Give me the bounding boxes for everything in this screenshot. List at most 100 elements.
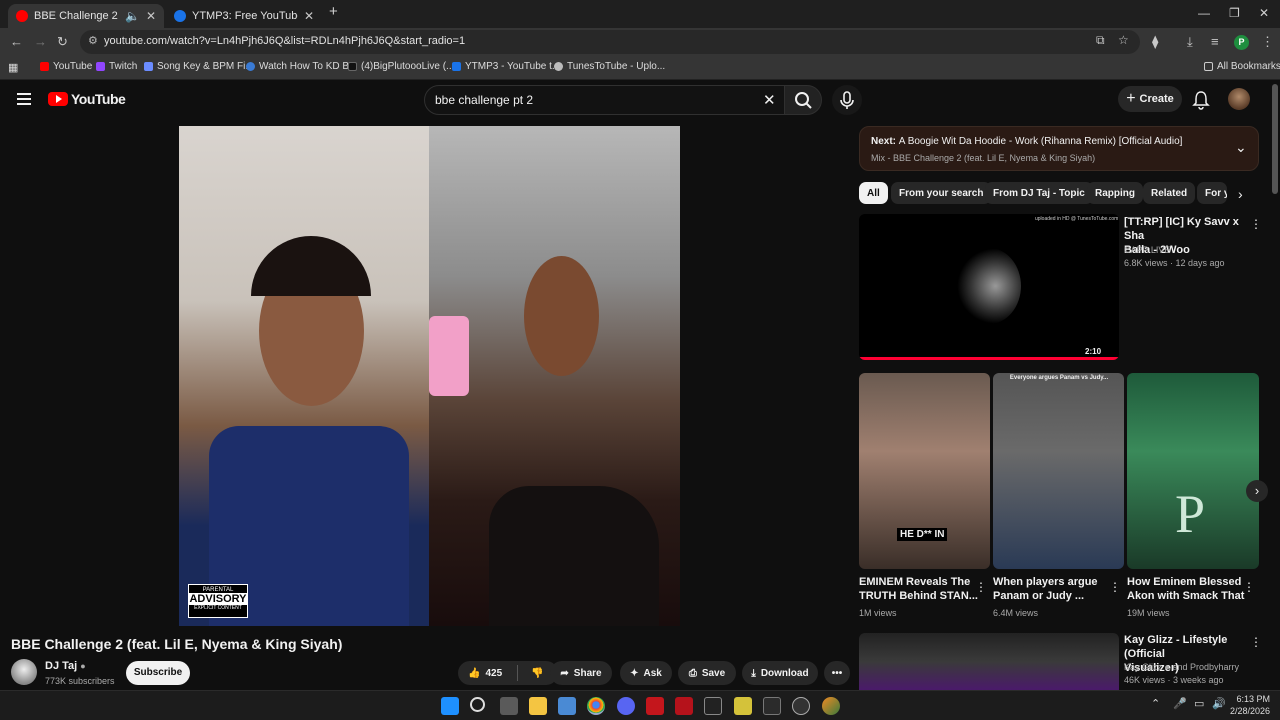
more-vertical-icon[interactable]: ⋮ bbox=[1109, 580, 1121, 594]
rec-title-line: [TT:RP] [IC] Ky Savv x Sha bbox=[1124, 216, 1239, 242]
short-thumbnail-2[interactable]: Everyone argues Panam vs Judy... bbox=[993, 373, 1124, 569]
ask-button[interactable]: ✦ Ask bbox=[620, 661, 672, 685]
parental-advisory-logo: PARENTAL ADVISORY EXPLICIT CONTENT bbox=[188, 584, 248, 618]
profile-avatar[interactable]: P bbox=[1234, 35, 1249, 50]
more-vertical-icon[interactable]: ⋮ bbox=[1250, 635, 1262, 649]
window-close-icon[interactable]: ✕ bbox=[1259, 6, 1269, 20]
save-button[interactable]: ⎙ Save bbox=[678, 661, 736, 685]
new-tab-icon[interactable]: + bbox=[329, 3, 338, 20]
phone-image bbox=[429, 316, 469, 396]
bookmark-tunestotube[interactable]: TunesToTube - Uplo... bbox=[554, 61, 665, 72]
tab-close-icon[interactable]: ✕ bbox=[146, 9, 156, 23]
reload-icon[interactable]: ↻ bbox=[57, 34, 68, 50]
chip-for-you[interactable]: For y bbox=[1197, 182, 1227, 204]
discord-icon[interactable] bbox=[617, 697, 635, 715]
channel-avatar[interactable] bbox=[11, 659, 37, 685]
dislike-button[interactable]: 👎 bbox=[531, 668, 543, 679]
chip-from-dj-taj[interactable]: From DJ Taj - Topic bbox=[985, 182, 1093, 204]
task-view-icon[interactable] bbox=[500, 697, 518, 715]
channel-name-row[interactable]: DJ Taj ● bbox=[45, 660, 86, 672]
page-scrollbar[interactable] bbox=[1272, 84, 1278, 194]
forward-icon[interactable]: → bbox=[34, 34, 47, 49]
volume-icon[interactable]: 🔊 bbox=[1212, 697, 1226, 710]
rec-channel[interactable]: CAPP LIVE bbox=[1124, 245, 1170, 255]
chip-related[interactable]: Related bbox=[1143, 182, 1196, 204]
search-button[interactable] bbox=[784, 85, 822, 115]
short-thumbnail-3[interactable]: P bbox=[1127, 373, 1259, 569]
chip-all[interactable]: All bbox=[859, 182, 888, 204]
short-overlay-text: Everyone argues Panam vs Judy... bbox=[1009, 375, 1109, 381]
terminal-icon[interactable] bbox=[763, 697, 781, 715]
chrome-taskbar-icon[interactable] bbox=[587, 697, 605, 715]
network-icon[interactable]: ▭ bbox=[1194, 697, 1204, 710]
media-icon[interactable]: ≡ bbox=[1211, 34, 1219, 49]
youtube-logo[interactable]: YouTube bbox=[48, 91, 126, 107]
red-app-icon[interactable] bbox=[675, 697, 693, 715]
voice-search-button[interactable] bbox=[832, 85, 862, 115]
tray-chevron-icon[interactable]: ⌃ bbox=[1151, 697, 1160, 710]
taskbar-clock[interactable]: 6:13 PM 2/28/2026 bbox=[1230, 693, 1270, 717]
short-title-2[interactable]: When players argue Panam or Judy ... bbox=[993, 575, 1098, 603]
tab-bbe-challenge[interactable]: BBE Challenge 2 (feat. Lil E, 🔈 ✕ bbox=[8, 4, 164, 28]
yellow-app-icon[interactable] bbox=[734, 697, 752, 715]
chrome-menu-icon[interactable]: ⋮ bbox=[1261, 34, 1274, 50]
tab-close-icon[interactable]: ✕ bbox=[304, 9, 314, 23]
dark-app-icon[interactable] bbox=[704, 697, 722, 715]
bookmark-twitch[interactable]: Twitch bbox=[96, 61, 137, 72]
short-title-3[interactable]: How Eminem Blessed Akon with Smack That bbox=[1127, 575, 1244, 603]
chip-rapping[interactable]: Rapping bbox=[1087, 182, 1143, 204]
download-button[interactable]: ⤓ Download bbox=[742, 661, 818, 685]
browser-toolbar: ← → ↻ ⚙ youtube.com/watch?v=Ln4hPjh6J6Q&… bbox=[0, 28, 1280, 56]
clear-search-icon[interactable]: ✕ bbox=[763, 91, 776, 109]
address-bar[interactable]: ⚙ youtube.com/watch?v=Ln4hPjh6J6Q&list=R… bbox=[80, 30, 1140, 54]
bookmark-youtube[interactable]: YouTube bbox=[40, 61, 92, 72]
search-input[interactable]: bbe challenge pt 2 ✕ bbox=[424, 85, 786, 115]
notifications-bell-icon[interactable] bbox=[1192, 90, 1210, 110]
bookmark-songkey[interactable]: Song Key & BPM Fi... bbox=[144, 61, 254, 72]
steam-icon[interactable] bbox=[792, 697, 810, 715]
short-title-1[interactable]: EMINEM Reveals The TRUTH Behind STAN... bbox=[859, 575, 978, 603]
install-icon[interactable]: ⧉ bbox=[1096, 33, 1105, 48]
extensions-icon[interactable]: ⧫ bbox=[1152, 34, 1158, 50]
account-avatar[interactable] bbox=[1228, 88, 1250, 110]
playlist-next-panel[interactable]: Next: A Boogie Wit Da Hoodie - Work (Rih… bbox=[859, 126, 1259, 171]
chip-from-your-search[interactable]: From your search bbox=[891, 182, 992, 204]
shorts-next-icon[interactable]: › bbox=[1246, 480, 1268, 502]
tab-ytmp3[interactable]: YTMP3: Free YouTube to MP3 C ✕ bbox=[166, 4, 322, 28]
back-icon[interactable]: ← bbox=[10, 34, 23, 49]
chevron-down-icon[interactable]: ⌄ bbox=[1235, 139, 1247, 156]
restore-icon[interactable]: ❐ bbox=[1229, 6, 1240, 20]
recommended-thumbnail-2[interactable] bbox=[859, 633, 1119, 690]
rec-channel-2[interactable]: Kay Glizz ● and Prodbyharry bbox=[1124, 662, 1239, 672]
site-info-icon[interactable]: ⚙ bbox=[88, 34, 98, 47]
bookmark-watch-kd[interactable]: Watch How To KD B... bbox=[246, 61, 357, 72]
taskbar-search-icon[interactable] bbox=[470, 697, 485, 712]
all-bookmarks[interactable]: All Bookmarks bbox=[1204, 61, 1280, 72]
more-vertical-icon[interactable]: ⋮ bbox=[1243, 580, 1255, 594]
fl-studio-icon[interactable] bbox=[822, 697, 840, 715]
bookmark-bigpluto[interactable]: (4)BigPlutoooLive (... bbox=[348, 61, 454, 72]
chips-next-icon[interactable]: › bbox=[1238, 186, 1243, 202]
microphone-tray-icon[interactable]: 🎤 bbox=[1173, 697, 1187, 710]
bookmark-star-icon[interactable]: ☆ bbox=[1118, 33, 1129, 47]
download-icon[interactable]: ⤓ bbox=[1187, 34, 1193, 50]
more-vertical-icon[interactable]: ⋮ bbox=[975, 580, 987, 594]
subscribe-button[interactable]: Subscribe bbox=[126, 661, 190, 685]
share-button[interactable]: ➦ Share bbox=[550, 661, 612, 685]
like-button[interactable]: 👍 425 bbox=[468, 668, 502, 679]
minimize-icon[interactable]: — bbox=[1198, 6, 1210, 20]
speaker-icon[interactable]: 🔈 bbox=[125, 9, 140, 23]
apps-icon[interactable]: ▦ bbox=[8, 61, 18, 74]
hamburger-menu-icon[interactable] bbox=[17, 93, 31, 105]
photos-icon[interactable] bbox=[558, 697, 576, 715]
windows-start-icon[interactable] bbox=[441, 697, 459, 715]
more-actions-button[interactable]: ••• bbox=[824, 661, 850, 685]
bookmark-ytmp3[interactable]: YTMP3 - YouTube t... bbox=[452, 61, 560, 72]
video-player[interactable]: PARENTAL ADVISORY EXPLICIT CONTENT bbox=[179, 126, 680, 626]
adobe-icon[interactable] bbox=[646, 697, 664, 715]
create-button[interactable]: + Create bbox=[1118, 86, 1182, 112]
recommended-thumbnail[interactable]: uploaded in HD @ TunesToTube.com 2:10 bbox=[859, 214, 1119, 360]
more-vertical-icon[interactable]: ⋮ bbox=[1250, 217, 1262, 231]
short-thumbnail-1[interactable]: HE D** IN bbox=[859, 373, 990, 569]
file-explorer-icon[interactable] bbox=[529, 697, 547, 715]
